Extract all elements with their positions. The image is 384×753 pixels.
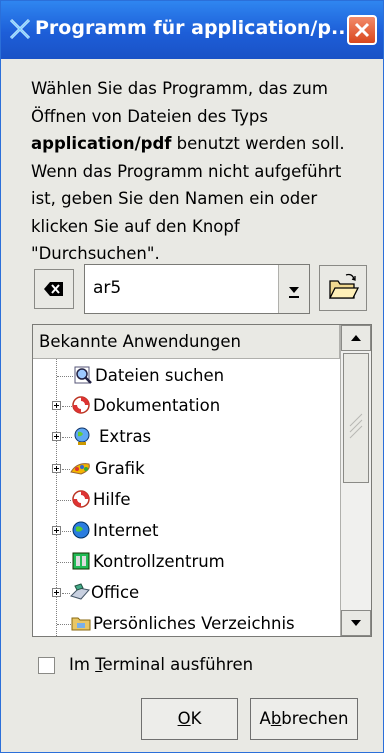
tree-vertical-scrollbar[interactable] xyxy=(340,325,371,636)
applications-tree[interactable]: Bekannte Anwendungen Dateien suchen Doku… xyxy=(32,324,372,637)
chevron-down-icon xyxy=(351,620,361,626)
mime-type: application/pdf xyxy=(31,134,172,153)
terminal-checkbox-label[interactable]: Im Terminal ausführen xyxy=(69,655,253,674)
scroll-up-button[interactable] xyxy=(341,325,371,351)
scroll-thumb[interactable] xyxy=(343,353,369,483)
app-x-icon xyxy=(9,18,31,40)
control-center-icon xyxy=(72,552,90,570)
expand-icon[interactable] xyxy=(52,588,61,597)
window-title: Programm für application/p... xyxy=(35,17,353,39)
tree-item[interactable]: Dokumentation xyxy=(33,392,340,422)
browse-button[interactable] xyxy=(319,265,367,311)
lifebuoy-icon xyxy=(72,396,90,414)
tree-item[interactable]: Office xyxy=(33,579,340,609)
tree-item[interactable]: Hilfe xyxy=(33,486,340,516)
chevron-up-icon xyxy=(351,335,361,341)
clear-button[interactable] xyxy=(34,269,74,309)
dialog-window: Programm für application/p... Wählen Sie… xyxy=(0,0,384,753)
globe-icon xyxy=(74,427,90,445)
globe-icon xyxy=(72,521,90,539)
command-input[interactable]: ar5 xyxy=(93,278,121,298)
scroll-down-button[interactable] xyxy=(341,610,371,636)
office-icon xyxy=(70,583,90,600)
tree-item[interactable]: Kontrollzentrum xyxy=(33,548,340,578)
tree-item[interactable]: Persönliches Verzeichnis xyxy=(33,610,340,636)
tree-item[interactable]: Grafik xyxy=(33,455,340,485)
chevron-down-icon xyxy=(289,287,299,298)
expand-icon[interactable] xyxy=(52,464,61,473)
ok-button[interactable]: OK xyxy=(141,698,238,740)
expand-icon[interactable] xyxy=(52,432,61,441)
folder-icon xyxy=(71,617,91,631)
combo-dropdown-button[interactable] xyxy=(278,265,309,313)
paint-icon xyxy=(70,463,90,475)
tree-item[interactable]: Extras xyxy=(33,423,340,453)
tree-item[interactable]: Internet xyxy=(33,517,340,547)
cancel-button[interactable]: Abbrechen xyxy=(250,698,358,740)
search-file-icon xyxy=(74,366,92,384)
clear-icon xyxy=(44,282,63,296)
close-button[interactable] xyxy=(347,15,377,45)
tree-column-header[interactable]: Bekannte Anwendungen xyxy=(33,325,340,359)
terminal-checkbox[interactable] xyxy=(38,657,55,674)
expand-icon[interactable] xyxy=(52,401,61,410)
title-bar[interactable]: Programm für application/p... xyxy=(1,1,383,59)
lifebuoy-icon xyxy=(72,490,90,508)
command-combobox[interactable]: ar5 xyxy=(84,264,310,314)
description-text: Wählen Sie das Programm, das zum Öffnen … xyxy=(31,79,345,263)
tree-item[interactable]: Dateien suchen xyxy=(33,362,340,392)
close-icon xyxy=(354,22,370,38)
open-folder-icon xyxy=(328,273,360,299)
expand-icon[interactable] xyxy=(52,526,61,535)
grip-icon xyxy=(349,413,363,439)
